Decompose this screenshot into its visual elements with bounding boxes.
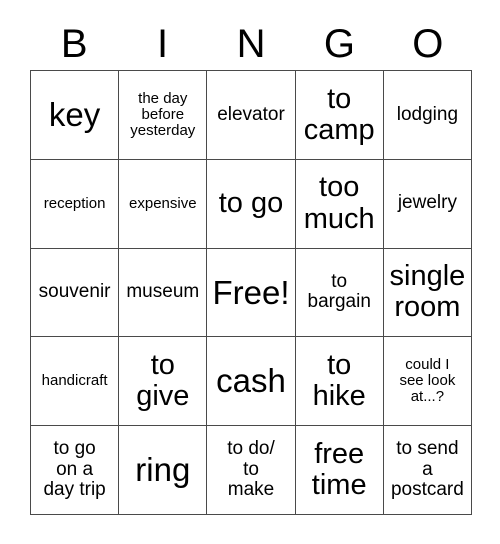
bingo-card: B I N G O key the day before yesterday elevato… [0,0,500,544]
bingo-cell-label: elevator [217,103,285,125]
bingo-cell[interactable]: could I see look at...? [383,337,472,427]
bingo-cell[interactable]: ring [119,426,208,515]
bingo-cell-label: to go on a day trip [43,438,106,501]
bingo-cell[interactable]: to hike [295,337,384,427]
bingo-cell[interactable]: cash [207,337,296,427]
bingo-cell[interactable]: museum [119,248,208,338]
bingo-header-letter-g: G [323,22,355,66]
bingo-cell-label: cash [216,362,286,400]
bingo-cell-label: to go [218,187,284,220]
bingo-cell-label: could I see look at...? [399,356,456,406]
bingo-cell[interactable]: free time [295,426,384,515]
bingo-grid: key the day before yesterday elevator to ca… [30,70,472,515]
bingo-cell[interactable]: to send a postcard [383,426,472,515]
bingo-cell-free-space[interactable]: Free! [207,248,296,338]
bingo-cell-label: handicraft [41,372,108,390]
bingo-cell[interactable]: to give [119,337,208,427]
bingo-cell-label: lodging [396,103,459,125]
bingo-cell-label: key [48,96,101,134]
bingo-cell-label: reception [43,194,106,212]
bingo-cell[interactable]: too much [295,159,384,249]
bingo-cell[interactable]: to do/ to make [207,426,296,515]
bingo-cell-label: single room [389,260,466,324]
bingo-cell-label: to camp [303,82,375,146]
bingo-cell[interactable]: single room [383,248,472,338]
bingo-header-letter-b: B [60,22,88,66]
bingo-cell[interactable]: to camp [295,71,384,160]
bingo-cell-label: jewelry [397,192,457,214]
bingo-cell-label: to hike [312,348,366,413]
bingo-cell-label: to send a postcard [390,438,464,501]
bingo-cell[interactable]: jewelry [383,159,472,249]
bingo-cell[interactable]: reception [31,159,120,249]
bingo-cell[interactable]: elevator [207,71,296,160]
bingo-header-letter-i: I [157,22,169,66]
bingo-cell[interactable]: to bargain [295,248,384,338]
bingo-cell-label: too much [303,171,375,235]
bingo-cell[interactable]: lodging [383,71,472,160]
bingo-cell-label: Free! [212,273,290,311]
bingo-cell-label: souvenir [38,281,111,303]
bingo-cell-label: the day before yesterday [130,89,196,139]
bingo-header-letter-n: N [236,22,266,66]
bingo-cell-label: to do/ to make [227,438,275,501]
bingo-cell-label: expensive [129,194,197,212]
bingo-cell-label: to bargain [307,270,371,313]
bingo-cell-label: museum [126,281,200,303]
bingo-cell[interactable]: handicraft [31,337,120,427]
bingo-cell[interactable]: expensive [119,159,208,249]
bingo-cell-label: ring [135,451,191,489]
bingo-cell[interactable]: to go on a day trip [31,426,120,515]
bingo-cell[interactable]: souvenir [31,248,120,338]
bingo-cell[interactable]: to go [207,159,296,249]
bingo-cell[interactable]: key [31,71,120,160]
bingo-cell[interactable]: the day before yesterday [119,71,208,160]
bingo-header-row: BINGO [30,18,472,70]
bingo-cell-label: to give [136,348,190,413]
bingo-header-letter-o: O [412,22,444,66]
bingo-cell-label: free time [311,437,367,502]
